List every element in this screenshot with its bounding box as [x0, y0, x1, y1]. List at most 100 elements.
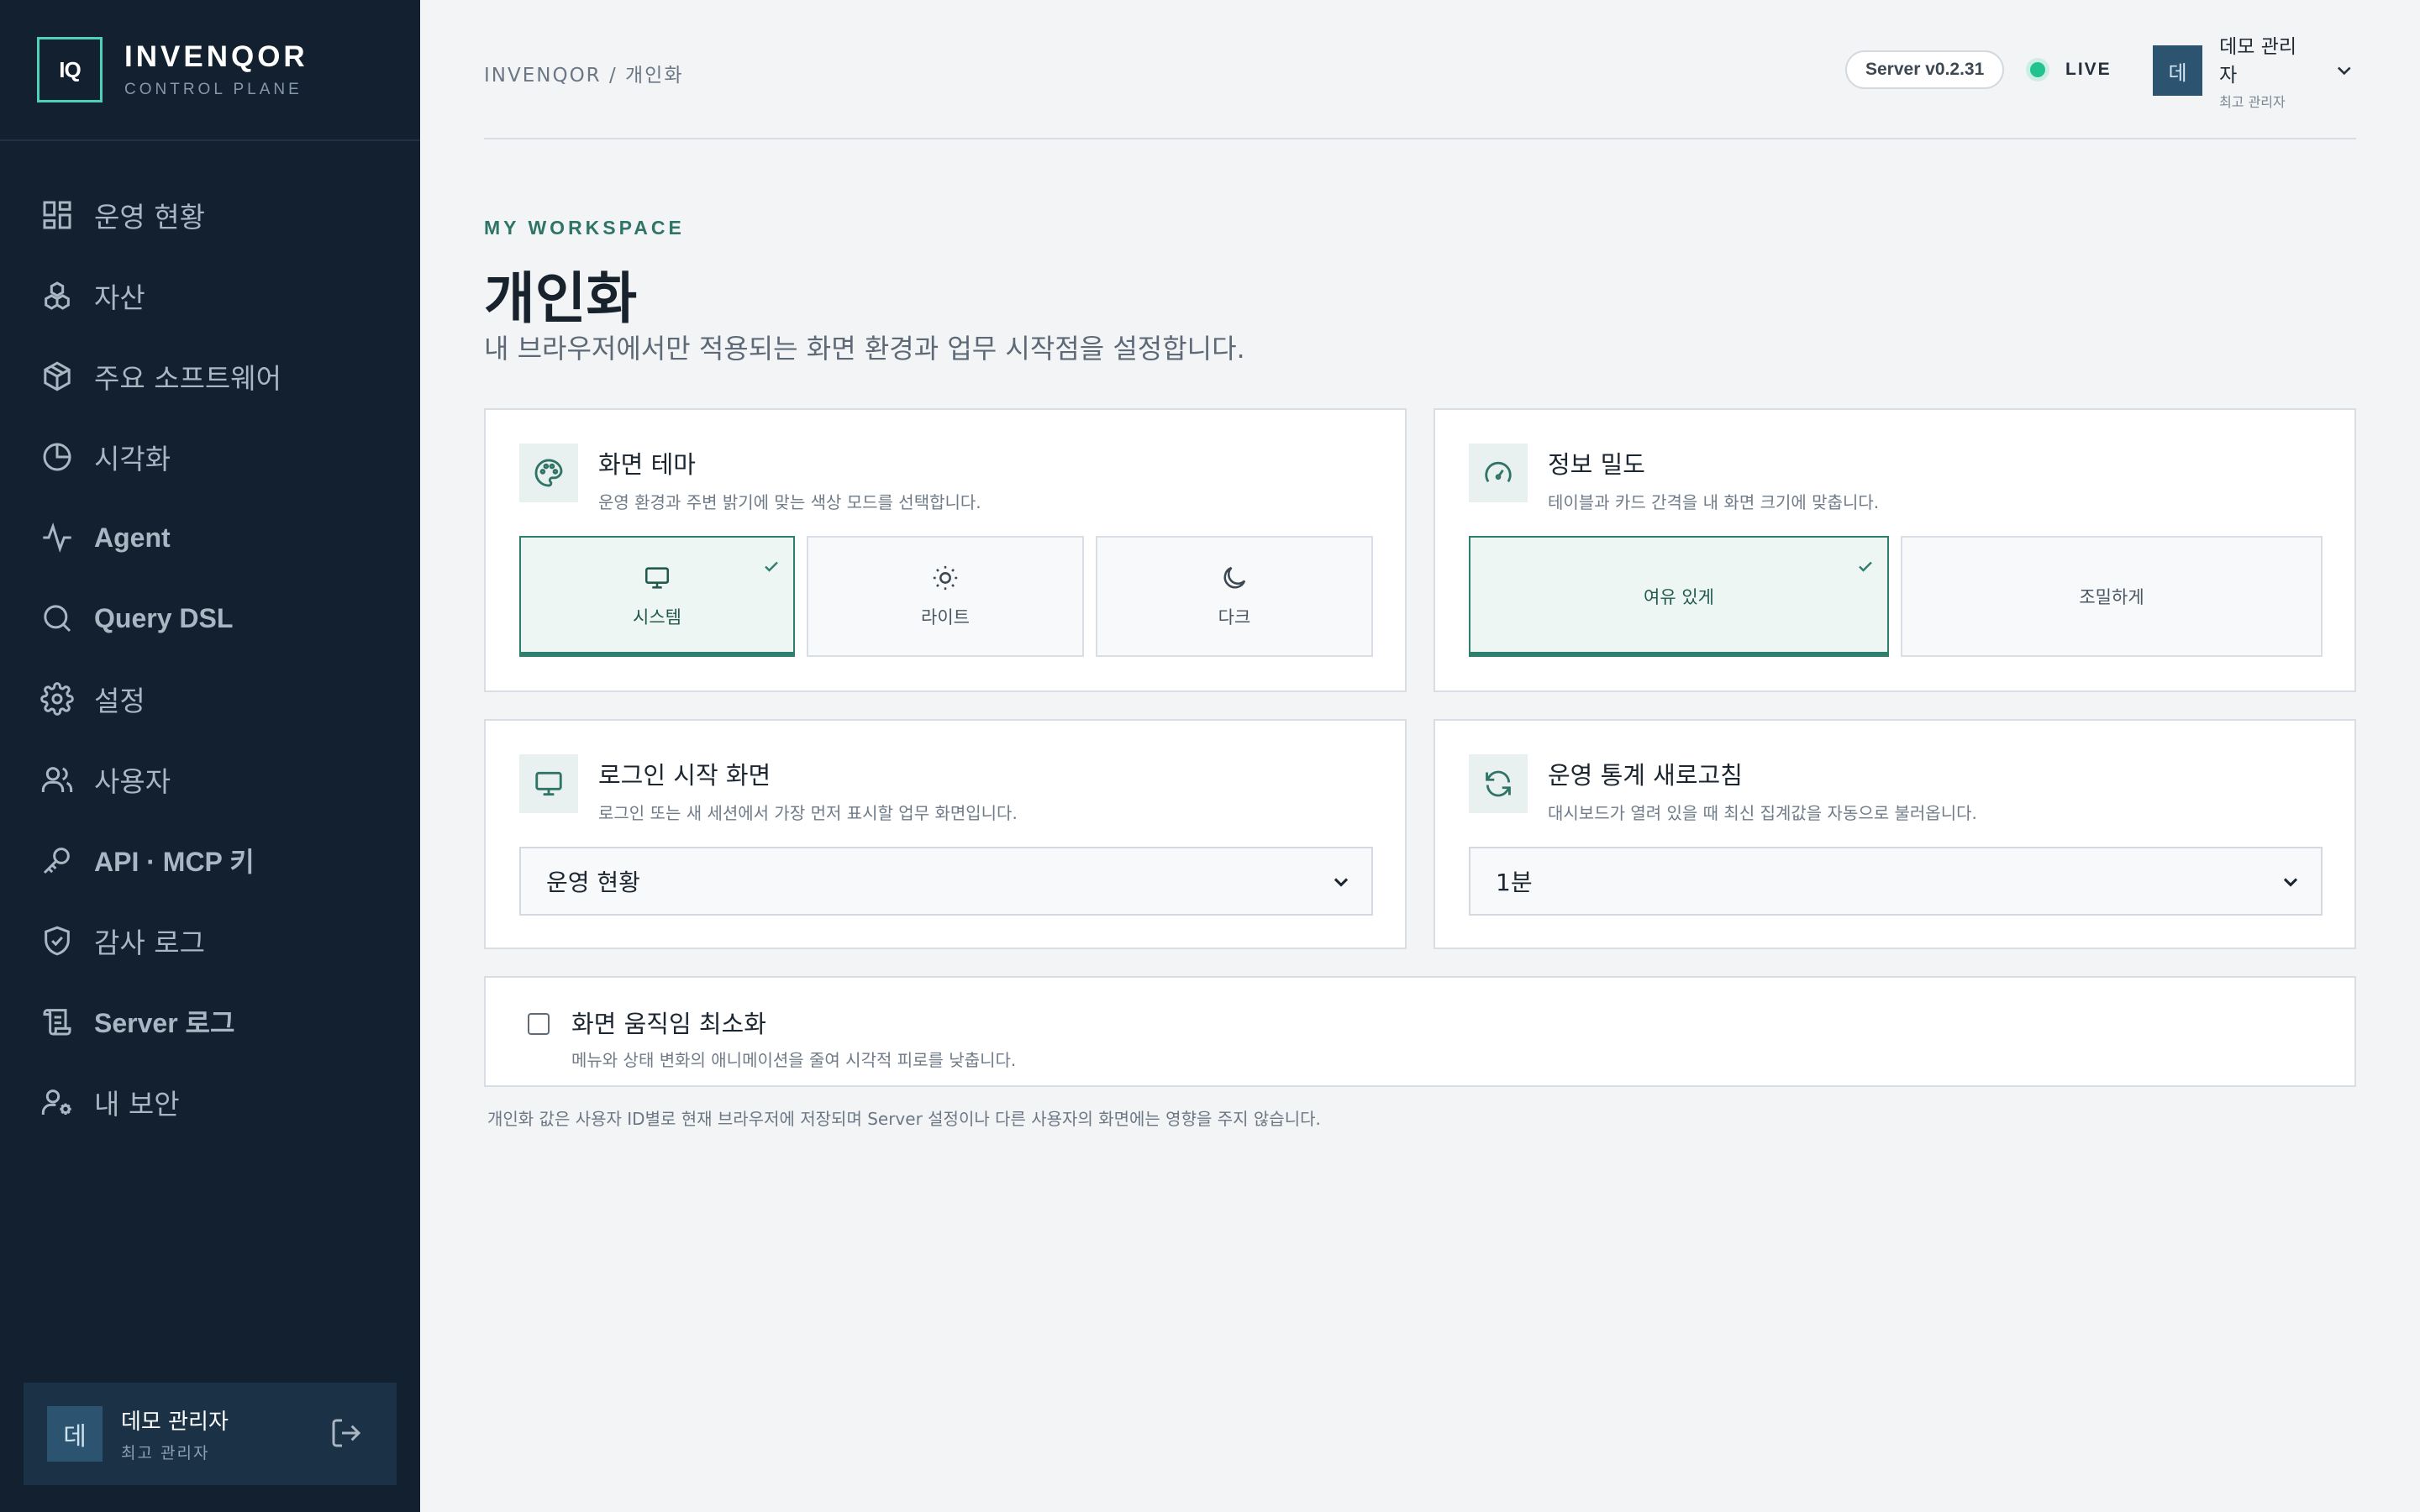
density-option-comfortable[interactable]: 여유 있게	[1469, 536, 1889, 657]
option-label: 다크	[1218, 607, 1251, 627]
key-icon	[43, 848, 70, 874]
refresh-interval-select[interactable]: 1분	[1469, 847, 2323, 916]
sidebar-item-label: Agent	[94, 522, 171, 553]
brand-name: INVENQOR	[124, 40, 308, 73]
main-content: INVENQOR / 개인화 Server v0.2.31 LIVE 데 데모 …	[420, 0, 2420, 1512]
chevron-down-icon	[2283, 878, 2298, 887]
sidebar-user-card: 데 데모 관리자 최고 관리자	[24, 1383, 397, 1485]
brand-subtitle: CONTROL PLANE	[124, 81, 302, 98]
sidebar-item-assets[interactable]: 자산	[0, 255, 420, 336]
logout-icon[interactable]	[329, 1416, 363, 1450]
topbar: INVENQOR / 개인화 Server v0.2.31 LIVE 데 데모 …	[484, 0, 2356, 139]
sidebar-item-query-dsl[interactable]: Query DSL	[0, 578, 420, 659]
scroll-icon	[43, 1009, 71, 1036]
option-label: 시스템	[633, 607, 681, 627]
brand[interactable]: IQ INVENQOR CONTROL PLANE	[0, 0, 420, 141]
monitor-icon	[644, 567, 670, 589]
live-label: LIVE	[2065, 60, 2112, 79]
density-card: 정보 밀도 테이블과 카드 간격을 내 화면 크기에 맞춥니다. 여유 있게 조…	[1434, 408, 2356, 692]
card-subtitle: 로그인 또는 새 세션에서 가장 먼저 표시할 업무 화면입니다.	[598, 803, 1018, 823]
select-value: 운영 현황	[546, 869, 640, 896]
check-icon	[765, 561, 778, 572]
brand-logo: IQ	[37, 37, 103, 102]
card-title: 정보 밀도	[1548, 450, 1645, 479]
server-version-badge: Server v0.2.31	[1845, 50, 2005, 89]
sidebar-item-label: Server 로그	[94, 1008, 235, 1038]
page-eyebrow: MY WORKSPACE	[484, 217, 685, 239]
page-title: 개인화	[484, 266, 638, 331]
pie-chart-icon	[43, 443, 71, 471]
sidebar-item-label: 설정	[94, 685, 145, 717]
user-role: 최고 관리자	[121, 1444, 210, 1462]
user-name: 데모 관리자	[2219, 36, 2297, 87]
sidebar-item-software[interactable]: 주요 소프트웨어	[0, 336, 420, 417]
check-icon	[1859, 561, 1872, 572]
palette-icon	[534, 459, 563, 487]
reduce-motion-card: 화면 움직임 최소화 메뉴와 상태 변화의 애니메이션을 줄여 시각적 피로를 …	[484, 976, 2356, 1087]
sidebar: IQ INVENQOR CONTROL PLANE 운영 현황 자산 주요 소프…	[0, 0, 420, 1512]
reduce-motion-checkbox[interactable]	[528, 1013, 550, 1035]
sun-icon	[933, 565, 958, 591]
dashboard-icon	[43, 201, 71, 229]
sidebar-item-label: 감사 로그	[94, 927, 205, 959]
sidebar-nav: 운영 현황 자산 주요 소프트웨어 시각화 Agent Query DSL 설정…	[0, 175, 420, 1142]
card-title: 운영 통계 새로고침	[1548, 761, 1743, 790]
density-option-compact[interactable]: 조밀하게	[1901, 536, 2323, 657]
sidebar-item-agent[interactable]: Agent	[0, 497, 420, 578]
sidebar-item-my-security[interactable]: 내 보안	[0, 1062, 420, 1142]
refresh-card: 운영 통계 새로고침 대시보드가 열려 있을 때 최신 집계값을 자동으로 불러…	[1434, 719, 2356, 949]
user-role: 최고 관리자	[2219, 94, 2286, 110]
breadcrumb: INVENQOR / 개인화	[484, 65, 684, 87]
package-icon	[44, 361, 71, 391]
login-start-card: 로그인 시작 화면 로그인 또는 새 세션에서 가장 먼저 표시할 업무 화면입…	[484, 719, 1407, 949]
user-name: 데모 관리자	[121, 1410, 229, 1435]
option-label: 여유 있게	[1644, 587, 1714, 607]
theme-option-light[interactable]: 라이트	[807, 536, 1084, 657]
search-icon	[44, 605, 71, 633]
user-menu[interactable]: 데 데모 관리자 최고 관리자	[2153, 36, 2356, 110]
card-title: 화면 테마	[598, 450, 696, 479]
footnote: 개인화 값은 사용자 ID별로 현재 브라우저에 저장되며 Server 설정이…	[487, 1109, 1321, 1129]
sidebar-item-label: 주요 소프트웨어	[94, 362, 282, 395]
sidebar-item-users[interactable]: 사용자	[0, 739, 420, 820]
chevron-down-icon	[2338, 66, 2352, 76]
card-subtitle: 운영 환경과 주변 밝기에 맞는 색상 모드를 선택합니다.	[598, 492, 981, 512]
sidebar-item-label: 자산	[94, 281, 145, 314]
reduce-motion-subtitle: 메뉴와 상태 변화의 애니메이션을 줄여 시각적 피로를 낮춥니다.	[571, 1050, 1017, 1070]
monitor-icon	[535, 771, 562, 796]
sidebar-item-settings[interactable]: 설정	[0, 659, 420, 739]
sidebar-item-visualization[interactable]: 시각화	[0, 417, 420, 497]
sidebar-item-audit-log[interactable]: 감사 로그	[0, 900, 420, 981]
theme-option-system[interactable]: 시스템	[519, 536, 795, 657]
option-label: 라이트	[921, 607, 970, 627]
users-icon	[41, 767, 73, 792]
refresh-icon	[1486, 770, 1511, 797]
cubes-icon	[45, 281, 70, 310]
gauge-icon	[1485, 461, 1512, 483]
option-label: 조밀하게	[2079, 587, 2144, 607]
moon-icon	[1223, 566, 1246, 589]
sidebar-item-label: 내 보안	[94, 1088, 180, 1121]
reduce-motion-title: 화면 움직임 최소화	[571, 1010, 766, 1038]
user-cog-icon	[41, 1089, 71, 1115]
activity-icon	[43, 522, 71, 553]
sidebar-item-dashboard[interactable]: 운영 현황	[0, 175, 420, 255]
login-start-select[interactable]: 운영 현황	[519, 847, 1373, 916]
chevron-down-icon	[1334, 878, 1349, 887]
gear-icon	[40, 682, 74, 716]
live-dot-icon	[2030, 62, 2045, 77]
avatar: 데	[47, 1406, 103, 1462]
sidebar-item-label: Query DSL	[94, 602, 234, 633]
sidebar-item-label: API · MCP 키	[94, 847, 255, 877]
theme-option-dark[interactable]: 다크	[1096, 536, 1373, 657]
card-subtitle: 대시보드가 열려 있을 때 최신 집계값을 자동으로 불러옵니다.	[1548, 803, 1977, 823]
sidebar-item-label: 운영 현황	[94, 201, 205, 234]
sidebar-item-label: 시각화	[94, 443, 171, 475]
sidebar-item-label: 사용자	[94, 765, 171, 798]
sidebar-item-server-log[interactable]: Server 로그	[0, 981, 420, 1062]
card-title: 로그인 시작 화면	[598, 761, 771, 790]
sidebar-item-api-keys[interactable]: API · MCP 키	[0, 820, 420, 900]
theme-card: 화면 테마 운영 환경과 주변 밝기에 맞는 색상 모드를 선택합니다. 시스템…	[484, 408, 1407, 692]
avatar: 데	[2153, 45, 2203, 96]
select-value: 1분	[1496, 869, 1533, 896]
